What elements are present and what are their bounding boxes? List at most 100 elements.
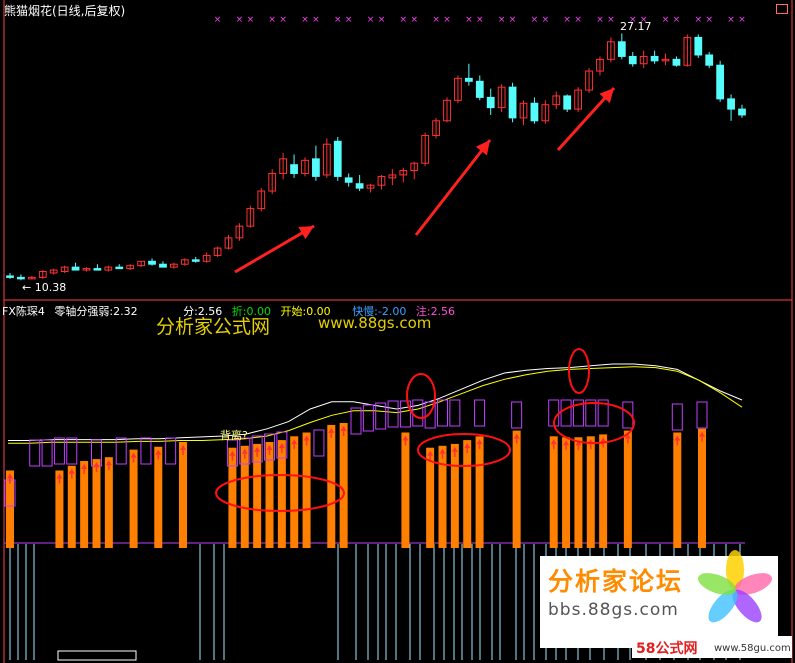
magenta-box — [165, 437, 177, 465]
signal-marker: × — [312, 15, 320, 25]
signal-marker: × — [705, 15, 713, 25]
orange-bar — [228, 447, 237, 548]
candle-body — [705, 54, 714, 66]
orange-bar — [129, 449, 138, 548]
candle-body — [716, 64, 725, 100]
orange-bar — [475, 436, 484, 548]
candle-body — [727, 98, 735, 110]
stock-title: 熊猫烟花(日线,后复权) — [4, 4, 126, 18]
magenta-box — [474, 399, 486, 427]
forum-logo-title: 分析家论坛 — [548, 567, 684, 596]
orange-bar — [438, 445, 447, 548]
magenta-box — [41, 439, 53, 467]
price-low-value: 10.38 — [34, 281, 67, 294]
signal-marker: × — [465, 15, 473, 25]
magenta-box — [362, 404, 374, 432]
orange-bar — [92, 459, 101, 548]
orange-bar — [277, 440, 286, 548]
magenta-box — [449, 399, 461, 427]
indicator-name: FX陈琛4 — [2, 305, 45, 318]
site-badge-brand: 58公式网 — [636, 641, 698, 657]
candle-body — [650, 55, 659, 62]
candlestick-series — [6, 33, 746, 281]
signal-marker: × — [236, 15, 244, 25]
signal-marker: × — [345, 15, 353, 25]
candle-body — [672, 58, 681, 66]
orange-bar — [327, 424, 336, 548]
signal-marker: × — [301, 15, 309, 25]
magenta-box — [29, 439, 41, 467]
signal-marker: × — [695, 15, 703, 25]
orange-bar — [586, 436, 595, 548]
candle-body — [344, 177, 353, 183]
window-corner-button[interactable] — [776, 4, 788, 14]
status-box — [57, 650, 137, 661]
signal-marker: × — [563, 15, 571, 25]
highlight-ellipse — [406, 373, 436, 419]
price-low-label: ← 10.38 — [22, 281, 67, 294]
candle-body — [486, 96, 495, 109]
watermark-text: 分析家公式网 — [156, 316, 271, 338]
orange-bar — [623, 430, 632, 548]
candle-body — [71, 266, 80, 271]
divergence-label: 背离? — [220, 429, 248, 442]
candle-body — [312, 158, 320, 177]
magenta-box — [313, 429, 325, 457]
candle-body — [475, 80, 484, 98]
candle-body — [115, 266, 124, 270]
candle-body — [93, 268, 102, 271]
signal-marker: × — [443, 15, 451, 25]
signal-marker: × — [596, 15, 604, 25]
magenta-box — [350, 407, 362, 435]
orange-bar — [549, 436, 558, 548]
signal-marker: × — [410, 15, 418, 25]
moving-average-lines — [8, 363, 743, 444]
highlight-ellipse — [568, 348, 590, 394]
orange-bar — [574, 437, 583, 548]
magenta-box — [671, 403, 683, 431]
candle-body — [333, 140, 342, 177]
signal-marker: × — [214, 15, 222, 25]
signal-marker: × — [498, 15, 506, 25]
chart-window[interactable]: { "title": "熊猫烟花(日线,后复权)", "price_high_l… — [0, 0, 795, 663]
signal-marker: × — [268, 15, 276, 25]
forum-logo-url: bbs.88gs.com — [548, 600, 679, 620]
signal-marker: × — [607, 15, 615, 25]
indicator-zero-axis: 零轴分强弱:2.32 — [54, 305, 138, 318]
candle-body — [738, 108, 746, 116]
candle-body — [355, 183, 364, 189]
candle-body — [617, 41, 626, 57]
candle-body — [148, 260, 156, 265]
signal-marker: × — [247, 15, 255, 25]
orange-bar — [512, 430, 521, 548]
orange-bar — [179, 442, 187, 548]
candle-body — [159, 263, 167, 268]
orange-bar — [401, 432, 410, 548]
orange-bar — [339, 423, 348, 548]
signal-marker: × — [727, 15, 735, 25]
orange-bar — [240, 445, 249, 548]
orange-bar — [599, 434, 608, 548]
orange-bar — [265, 442, 274, 548]
signal-markers: × × × × × × × × × × × × × × × × × × × × × × × × × × × × × × × × × — [214, 15, 746, 25]
orange-bar — [450, 443, 459, 548]
orange-bar — [698, 428, 706, 548]
signal-marker: × — [367, 15, 375, 25]
orange-bar — [673, 432, 682, 548]
candle-body — [563, 95, 572, 110]
signal-marker: × — [542, 15, 550, 25]
orange-bar — [154, 446, 163, 548]
signal-marker: × — [673, 15, 681, 25]
signal-marker: × — [738, 15, 746, 25]
orange-bar — [290, 436, 299, 548]
signal-marker: × — [509, 15, 517, 25]
watermark-url: www.88gs.com — [318, 314, 432, 332]
orange-bar — [562, 437, 571, 548]
orange-bar — [253, 443, 262, 548]
candle-body — [530, 102, 539, 122]
candle-body — [464, 77, 473, 82]
trend-arrow-shaft — [414, 139, 492, 236]
signal-marker: × — [279, 15, 287, 25]
candle-body — [508, 86, 517, 119]
signal-marker: × — [400, 15, 408, 25]
